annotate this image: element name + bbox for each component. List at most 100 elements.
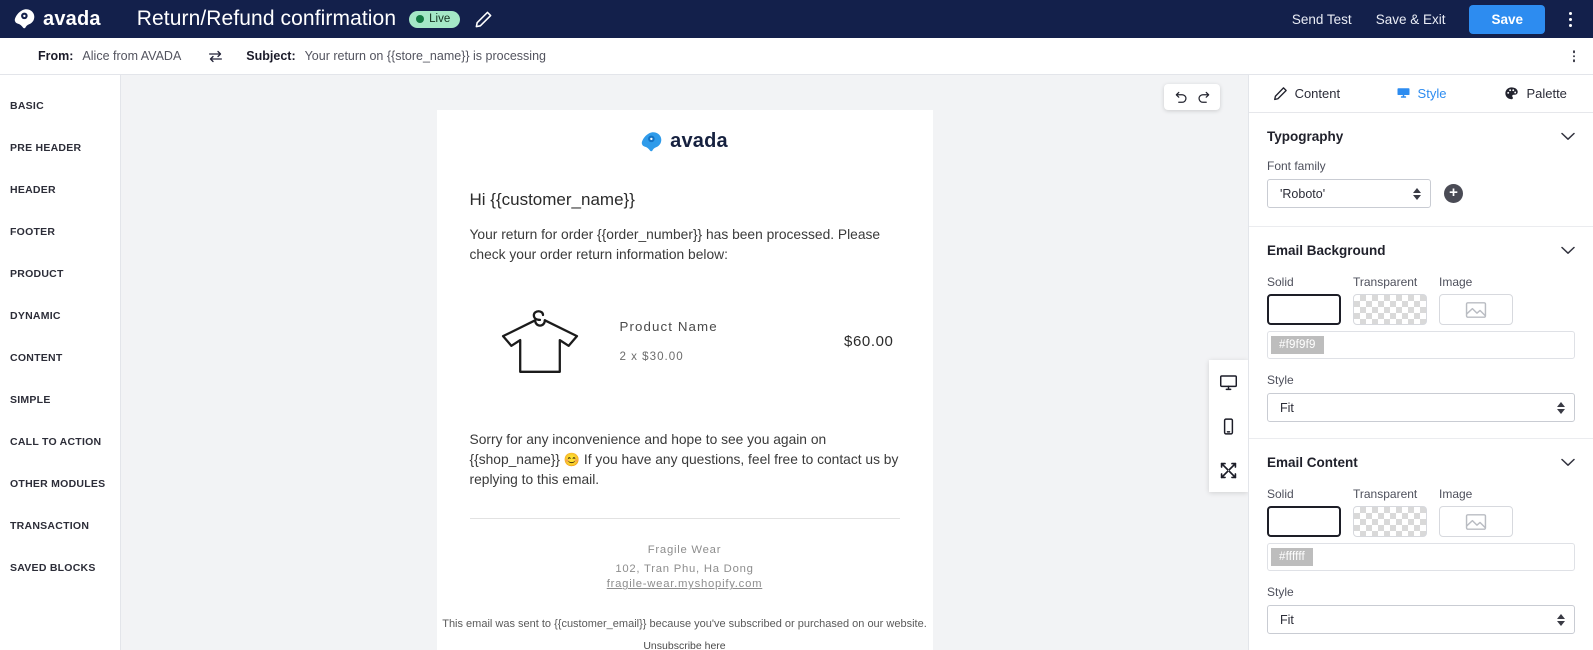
unsubscribe-link[interactable]: Unsubscribe here — [643, 640, 725, 650]
content-hex-input[interactable]: #ffffff — [1267, 543, 1575, 571]
email-editor-app: avada Return/Refund confirmation Live Se… — [0, 0, 1593, 650]
chevron-down-icon[interactable] — [1561, 246, 1575, 255]
settings-tabs: Content Style Palette — [1249, 75, 1593, 113]
settings-sections: Typography Font family 'Roboto' + Email … — [1249, 113, 1593, 650]
save-and-exit-button[interactable]: Save & Exit — [1376, 12, 1446, 27]
section-email-content: Email Content Solid Transparent Image #f… — [1249, 439, 1593, 650]
pencil-icon — [1273, 86, 1288, 101]
bg-style-select[interactable]: Fit — [1267, 393, 1575, 422]
sidebar-item-product[interactable]: PRODUCT — [0, 253, 120, 295]
font-family-select[interactable]: 'Roboto' — [1267, 179, 1431, 208]
status-badge-label: Live — [429, 12, 451, 25]
product-block[interactable]: Product Name 2 x $30.00 $60.00 — [470, 302, 900, 380]
sidebar-item-label: SIMPLE — [10, 394, 51, 406]
email-greeting[interactable]: Hi {{customer_name}} — [470, 190, 900, 210]
page-title: Return/Refund confirmation — [136, 7, 397, 30]
sidebar-item-call-to-action[interactable]: CALL TO ACTION — [0, 421, 120, 463]
typography-header[interactable]: Typography — [1267, 113, 1575, 159]
email-canvas: avada Hi {{customer_name}} Your return f… — [121, 75, 1248, 650]
bg-style-label: Style — [1267, 373, 1294, 387]
palette-icon — [1504, 86, 1519, 101]
bg-option-image: Image — [1439, 275, 1513, 325]
bg-image-swatch[interactable] — [1439, 294, 1513, 325]
undo-arrow-icon[interactable] — [1170, 86, 1192, 108]
brand-name: avada — [43, 8, 101, 30]
from-value[interactable]: Alice from AVADA — [82, 49, 181, 63]
sidebar-item-label: BASIC — [10, 100, 44, 112]
sidebar-item-header[interactable]: HEADER — [0, 169, 120, 211]
sidebar-item-transaction[interactable]: TRANSACTION — [0, 505, 120, 547]
expand-arrows-icon[interactable] — [1219, 460, 1239, 480]
smiley-emoji-icon: 😊 — [563, 452, 581, 468]
subject-label: Subject: — [246, 49, 296, 63]
kebab-menu-icon[interactable] — [1561, 11, 1579, 27]
store-address: 102, Tran Phu, Ha Dong — [615, 562, 754, 575]
redo-arrow-icon[interactable] — [1192, 86, 1214, 108]
style-monitor-icon — [1396, 86, 1411, 101]
content-transparent-swatch[interactable] — [1353, 506, 1427, 537]
email-background-options: Solid Transparent Image — [1267, 275, 1575, 325]
content-solid-swatch[interactable] — [1267, 506, 1341, 537]
tab-content-label: Content — [1294, 86, 1341, 101]
bg-option-solid: Solid — [1267, 275, 1341, 325]
email-content-header[interactable]: Email Content — [1267, 439, 1575, 485]
sidebar-item-saved-blocks[interactable]: SAVED BLOCKS — [0, 547, 120, 589]
email-background-header[interactable]: Email Background — [1267, 227, 1575, 273]
settings-panel: Content Style Palette Typography Font fa… — [1248, 75, 1593, 650]
send-test-button[interactable]: Send Test — [1292, 12, 1352, 27]
sidebar-item-footer[interactable]: FOOTER — [0, 211, 120, 253]
tab-palette[interactable]: Palette — [1478, 75, 1593, 112]
bg-solid-swatch[interactable] — [1267, 294, 1341, 325]
content-image-swatch[interactable] — [1439, 506, 1513, 537]
email-logo-text: avada — [670, 130, 728, 152]
sidebar-item-simple[interactable]: SIMPLE — [0, 379, 120, 421]
sidebar-item-dynamic[interactable]: DYNAMIC — [0, 295, 120, 337]
email-intro-text[interactable]: Your return for order {{order_number}} h… — [470, 225, 900, 264]
sidebar-item-label: FOOTER — [10, 226, 56, 238]
save-button[interactable]: Save — [1469, 4, 1545, 34]
swap-arrows-icon[interactable] — [207, 49, 224, 64]
pencil-icon[interactable] — [474, 10, 493, 29]
tab-content[interactable]: Content — [1249, 75, 1364, 112]
subject-value[interactable]: Your return on {{store_name}} is process… — [305, 49, 546, 63]
email-logo-block[interactable]: avada — [437, 110, 933, 153]
content-style-value: Fit — [1280, 612, 1294, 627]
sidebar-item-label: CONTENT — [10, 352, 63, 364]
brand-logo[interactable]: avada — [14, 8, 101, 30]
bg-option-transparent-label: Transparent — [1353, 275, 1418, 289]
content-hex-value: #ffffff — [1271, 548, 1313, 566]
sidebar-item-basic[interactable]: BASIC — [0, 85, 120, 127]
sidebar-item-pre-header[interactable]: PRE HEADER — [0, 127, 120, 169]
content-option-image: Image — [1439, 487, 1513, 537]
chevron-down-icon[interactable] — [1561, 132, 1575, 141]
bg-hex-input[interactable]: #f9f9f9 — [1267, 331, 1575, 359]
tab-style-label: Style — [1417, 86, 1447, 101]
sidebar-item-content[interactable]: CONTENT — [0, 337, 120, 379]
chevron-down-icon[interactable] — [1561, 458, 1575, 467]
content-option-image-label: Image — [1439, 487, 1473, 501]
font-family-row: 'Roboto' + — [1267, 179, 1575, 208]
avada-logo-icon — [641, 131, 663, 153]
product-price: $60.00 — [844, 332, 894, 350]
mobile-phone-icon[interactable] — [1219, 416, 1239, 436]
plus-circle-icon[interactable]: + — [1444, 184, 1463, 203]
product-quantity: 2 x $30.00 — [619, 350, 684, 364]
bg-option-transparent: Transparent — [1353, 275, 1427, 325]
content-style-select[interactable]: Fit — [1267, 605, 1575, 634]
tab-style[interactable]: Style — [1364, 75, 1479, 112]
bg-option-image-label: Image — [1439, 275, 1473, 289]
store-info-block[interactable]: Fragile Wear 102, Tran Phu, Ha Dong frag… — [437, 541, 933, 590]
font-family-value: 'Roboto' — [1280, 186, 1326, 201]
product-details: Product Name 2 x $30.00 — [620, 319, 845, 363]
store-url-link[interactable]: fragile-wear.myshopify.com — [437, 578, 933, 590]
email-outro-text[interactable]: Sorry for any inconvenience and hope to … — [470, 430, 900, 490]
chevron-updown-icon — [1413, 187, 1421, 200]
desktop-monitor-icon[interactable] — [1219, 372, 1239, 392]
bg-transparent-swatch[interactable] — [1353, 294, 1427, 325]
sidebar-item-label: OTHER MODULES — [10, 478, 106, 490]
sidebar-item-other-modules[interactable]: OTHER MODULES — [0, 463, 120, 505]
email-inner: Hi {{customer_name}} Your return for ord… — [437, 190, 933, 490]
email-preview-card[interactable]: avada Hi {{customer_name}} Your return f… — [436, 110, 933, 650]
content-option-transparent-label: Transparent — [1353, 487, 1418, 501]
vertical-dots-icon[interactable] — [1572, 50, 1575, 62]
